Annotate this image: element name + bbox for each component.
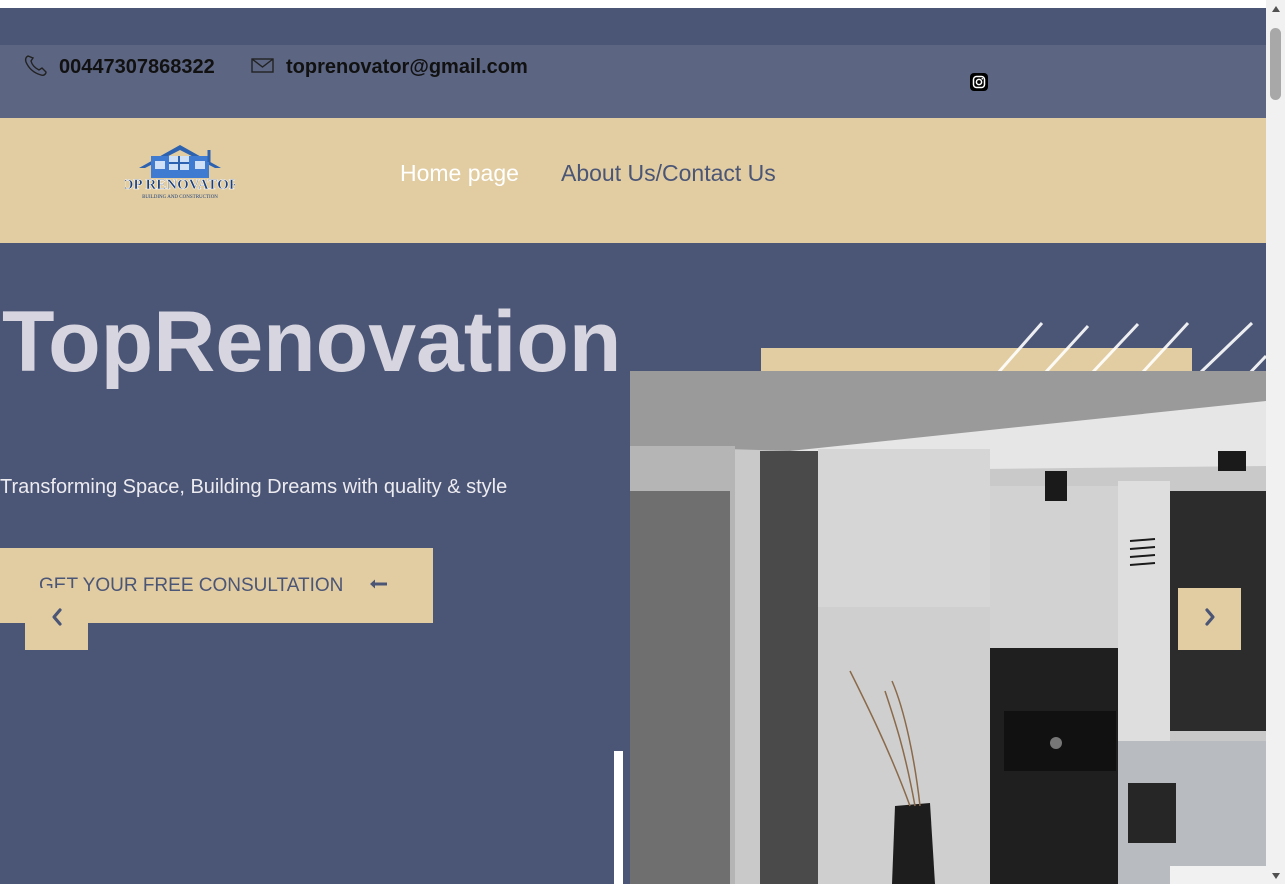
mail-icon (250, 55, 276, 80)
logo-wordmark: TOP RENOVATORS (125, 177, 235, 193)
nav-home-link[interactable]: Home page (400, 160, 519, 187)
chevron-right-icon (1203, 607, 1217, 632)
email-contact[interactable]: toprenovator@gmail.com (250, 55, 528, 79)
scroll-up-arrow-icon[interactable] (1266, 0, 1285, 17)
hero-section: TopRenovation Transforming Space, Buildi… (0, 243, 1266, 884)
slider-prev-button[interactable] (25, 588, 88, 650)
page-scrollbar[interactable] (1266, 0, 1285, 884)
hero-subtitle: Transforming Space, Building Dreams with… (0, 476, 508, 498)
chevron-left-icon (50, 607, 64, 632)
top-dark-bar (0, 8, 1266, 45)
phone-number: 00447307868322 (59, 55, 215, 78)
logo[interactable]: TOP RENOVATORS BUILDING AND CONSTRUCTION (112, 142, 248, 204)
page: 00447307868322 toprenovator@gmail.com OP… (0, 0, 1266, 884)
phone-contact[interactable]: 00447307868322 (23, 53, 215, 82)
hero-title: TopRenovation (2, 294, 622, 390)
phone-icon (23, 53, 49, 82)
arrow-left-icon (369, 577, 389, 595)
instagram-icon[interactable] (970, 73, 988, 91)
navbar: TOP RENOVATORS BUILDING AND CONSTRUCTION… (0, 118, 1266, 243)
top-strip (0, 0, 1266, 8)
contact-bar: 00447307868322 toprenovator@gmail.com (0, 45, 1266, 118)
vertical-divider (614, 751, 623, 884)
logo-tagline: BUILDING AND CONSTRUCTION (142, 195, 218, 200)
decorative-stripes (996, 321, 1266, 378)
nav-about-link[interactable]: About Us/Contact Us (561, 160, 776, 187)
slider-next-button[interactable] (1178, 588, 1241, 650)
scroll-down-arrow-icon[interactable] (1266, 867, 1285, 884)
scroll-thumb[interactable] (1270, 28, 1281, 100)
kitchen-photo (630, 371, 1266, 884)
email-address: toprenovator@gmail.com (286, 55, 528, 78)
